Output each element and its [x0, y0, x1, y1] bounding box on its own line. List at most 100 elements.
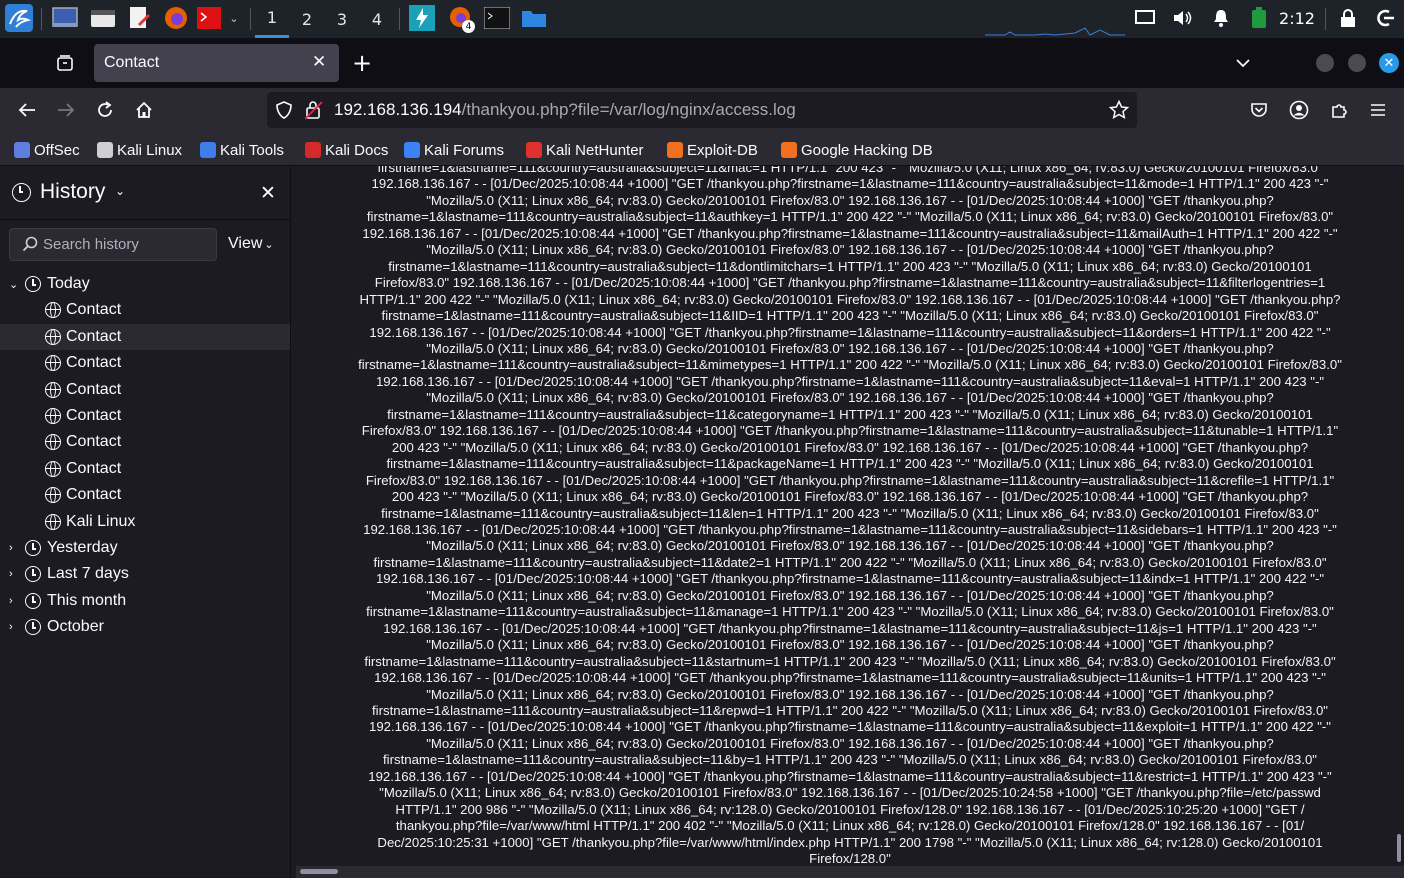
horizontal-scrollbar-thumb[interactable]	[300, 869, 338, 874]
kali-menu-icon[interactable]	[4, 4, 34, 32]
history-group-label: Yesterday	[47, 539, 118, 556]
sidebar-title[interactable]: History	[40, 180, 105, 204]
history-group-today[interactable]: ⌄ Today	[0, 271, 290, 297]
firefox-launcher-icon[interactable]	[161, 4, 191, 32]
firefox-view-icon[interactable]	[52, 50, 78, 76]
log-line: 192.168.136.167 - - [01/Dec/2025:10:08:4…	[375, 571, 1325, 587]
globe-icon	[45, 302, 61, 318]
log-line: 200 423 "-" "Mozilla/5.0 (X11; Linux x86…	[391, 489, 1309, 505]
firefox-window-icon[interactable]: 4	[444, 4, 476, 33]
log-line: 192.168.136.167 - - [01/Dec/2025:10:08:4…	[369, 324, 1331, 340]
tab-close-icon[interactable]: ✕	[312, 52, 326, 72]
url-host: 192.168.136.194	[334, 100, 462, 119]
history-item[interactable]: Kali Linux	[0, 509, 290, 535]
extensions-puzzle-icon[interactable]	[1326, 97, 1352, 123]
history-item-label: Contact	[66, 433, 122, 450]
tracking-protection-shield-icon[interactable]	[275, 101, 293, 123]
folder-window-icon[interactable]	[519, 4, 549, 32]
globe-icon	[45, 461, 61, 477]
pocket-icon[interactable]	[1246, 97, 1272, 123]
sidebar-close-icon[interactable]: ✕	[260, 182, 276, 204]
history-group-october[interactable]: › October	[0, 614, 290, 640]
history-group-last-7-days[interactable]: › Last 7 days	[0, 561, 290, 587]
history-item[interactable]: Contact	[0, 350, 290, 376]
history-group-label: Last 7 days	[47, 565, 129, 582]
reload-icon[interactable]	[92, 97, 118, 123]
terminal-launcher-icon[interactable]	[196, 4, 222, 32]
log-line: 192.168.136.167 - - [01/Dec/2025:10:08:4…	[371, 176, 1329, 192]
horizontal-scrollbar[interactable]	[296, 866, 1404, 878]
show-desktop-icon[interactable]	[50, 4, 80, 32]
minimize-window-button[interactable]	[1316, 54, 1334, 72]
expanded-chevron-icon: ⌄	[9, 278, 19, 291]
history-group-yesterday[interactable]: › Yesterday	[0, 535, 290, 561]
bookmark-kali-linux[interactable]: Kali Linux	[97, 140, 182, 160]
history-item[interactable]: Contact	[0, 456, 290, 482]
navigation-toolbar: 192.168.136.194/thankyou.php?file=/var/l…	[0, 88, 1404, 132]
workspace-3[interactable]: 3	[325, 0, 359, 38]
history-item[interactable]: Contact	[0, 297, 290, 323]
bookmark-kali-forums[interactable]: Kali Forums	[404, 140, 504, 160]
bookmark-exploit-db[interactable]: Exploit-DB	[667, 140, 758, 160]
battery-icon[interactable]	[1246, 4, 1272, 32]
bookmark-star-icon[interactable]	[1108, 99, 1130, 124]
workspace-1[interactable]: 1	[255, 0, 289, 38]
new-tab-icon[interactable]: +	[349, 49, 375, 77]
volume-icon[interactable]	[1170, 4, 1196, 32]
sidebar-switcher-chevron-icon[interactable]: ⌄	[115, 184, 125, 198]
tab-contact[interactable]: Contact ✕	[94, 44, 339, 82]
home-icon[interactable]	[131, 97, 157, 123]
notifications-bell-icon[interactable]	[1208, 4, 1234, 32]
taskbar-separator	[250, 8, 251, 30]
history-group-this-month[interactable]: › This month	[0, 588, 290, 614]
taskbar-separator	[1325, 8, 1326, 30]
log-line: 192.168.136.167 - - [01/Dec/2025:10:08:4…	[375, 373, 1325, 389]
list-all-tabs-icon[interactable]	[1230, 50, 1256, 76]
view-menu-button[interactable]: View ⌄	[228, 235, 274, 253]
bookmark-kali-tools[interactable]: Kali Tools	[200, 140, 284, 160]
forward-arrow-icon[interactable]	[53, 97, 79, 123]
url-path: /thankyou.php?file=/var/log/nginx/access…	[461, 100, 796, 119]
history-item[interactable]: Contact	[0, 403, 290, 429]
clock-icon	[25, 619, 41, 635]
globe-icon	[45, 434, 61, 450]
launcher-dropdown-icon[interactable]: ⌄	[226, 4, 242, 32]
search-icon	[22, 236, 38, 256]
close-window-button[interactable]: ✕	[1379, 53, 1399, 73]
logout-icon[interactable]	[1372, 4, 1398, 32]
history-item[interactable]: Contact	[0, 324, 290, 350]
hamburger-menu-icon[interactable]	[1365, 97, 1391, 123]
exploit-db-icon	[667, 142, 683, 158]
bookmark-google-hacking-db[interactable]: Google Hacking DB	[781, 140, 933, 160]
workspace-2[interactable]: 2	[290, 0, 324, 38]
log-line: Dec/2025:10:25:31 +1000] "GET /thankyou.…	[377, 834, 1323, 850]
history-item[interactable]: Contact	[0, 377, 290, 403]
vertical-scrollbar[interactable]	[1397, 834, 1401, 862]
history-item-label: Contact	[66, 328, 122, 345]
url-bar[interactable]: 192.168.136.194/thankyou.php?file=/var/l…	[267, 92, 1137, 128]
file-manager-icon[interactable]	[88, 4, 118, 32]
history-item[interactable]: Contact	[0, 429, 290, 455]
globe-icon	[45, 355, 61, 371]
back-arrow-icon[interactable]	[14, 97, 40, 123]
insecure-lock-icon[interactable]	[304, 100, 323, 124]
log-line: firstname=1&lastname=111&country=austral…	[381, 308, 1319, 324]
log-line: firstname=1&lastname=111&country=austral…	[373, 554, 1327, 570]
log-line: firstname=1&lastname=111&country=austral…	[358, 357, 1342, 373]
clock-label[interactable]: 2:12	[1277, 4, 1317, 32]
workspace-4[interactable]: 4	[360, 0, 394, 38]
bookmark-kali-docs[interactable]: Kali Docs	[305, 140, 388, 160]
lock-screen-icon[interactable]	[1335, 4, 1361, 32]
bookmark-offsec[interactable]: OffSec	[14, 140, 80, 160]
text-editor-icon[interactable]	[124, 4, 154, 32]
account-icon[interactable]	[1286, 97, 1312, 123]
search-history-input[interactable]: Search history	[9, 228, 217, 261]
log-line: 192.168.136.167 - - [01/Dec/2025:10:08:4…	[368, 719, 1331, 735]
log-line: firstname=1&lastname=111&country=austral…	[366, 209, 1334, 225]
burp-icon[interactable]	[408, 4, 436, 32]
terminal-window-icon[interactable]	[482, 4, 512, 32]
bookmark-kali-nethunter[interactable]: Kali NetHunter	[526, 140, 644, 160]
screen-icon[interactable]	[1132, 4, 1158, 32]
history-item[interactable]: Contact	[0, 482, 290, 508]
maximize-window-button[interactable]	[1348, 54, 1366, 72]
